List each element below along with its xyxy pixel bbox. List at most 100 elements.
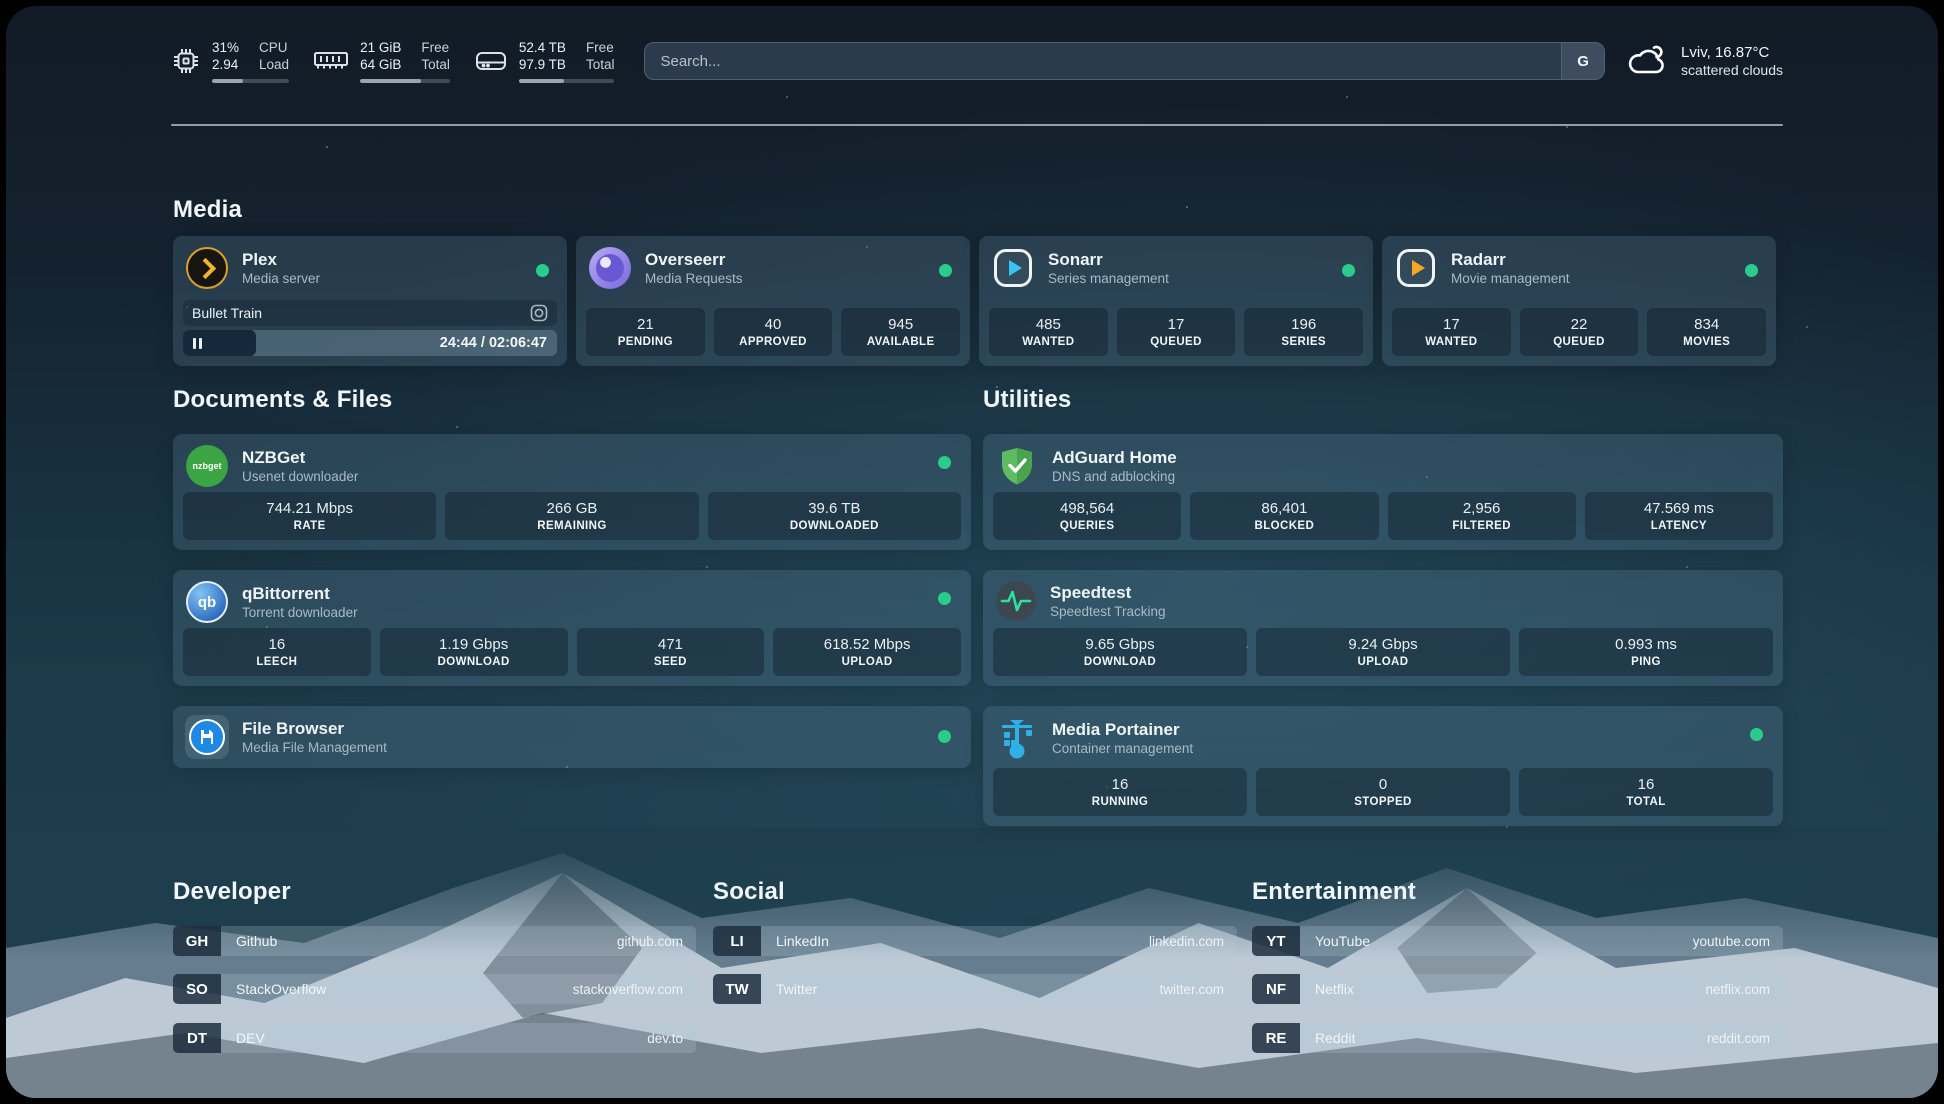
status-dot bbox=[536, 264, 549, 277]
memory-icon bbox=[313, 48, 349, 74]
speedtest-card[interactable]: Speedtest Speedtest Tracking 9.65 GbpsDO… bbox=[983, 570, 1783, 686]
bookmark-url: github.com bbox=[617, 926, 696, 956]
service-description: Series management bbox=[1048, 270, 1169, 287]
filebrowser-icon bbox=[185, 715, 229, 759]
qbittorrent-icon: qb bbox=[186, 581, 228, 623]
bookmark-reddit[interactable]: RE Reddit reddit.com bbox=[1252, 1023, 1783, 1053]
stat-available: 945AVAILABLE bbox=[841, 308, 960, 356]
disk-icon bbox=[474, 47, 508, 75]
bookmark-dev[interactable]: DT DEV dev.to bbox=[173, 1023, 696, 1053]
service-name: NZBGet bbox=[242, 447, 358, 468]
header-divider bbox=[171, 124, 1783, 126]
status-dot bbox=[938, 456, 951, 469]
memory-progressbar bbox=[360, 79, 450, 83]
section-title-utilities: Utilities bbox=[983, 386, 1071, 414]
bookmark-twitter[interactable]: TW Twitter twitter.com bbox=[713, 974, 1237, 1004]
disk-total-label: Total bbox=[586, 57, 615, 73]
bookmark-abbr: GH bbox=[173, 926, 221, 956]
cloud-icon bbox=[1625, 43, 1669, 79]
bookmark-abbr: DT bbox=[173, 1023, 221, 1053]
now-playing-title: Bullet Train bbox=[192, 305, 262, 321]
nzbget-card[interactable]: nzbget NZBGet Usenet downloader 744.21 M… bbox=[173, 434, 971, 550]
service-name: Radarr bbox=[1451, 249, 1570, 270]
playback-time: 24:44 / 02:06:47 bbox=[440, 330, 547, 356]
playback-progressbar: 24:44 / 02:06:47 bbox=[183, 330, 557, 356]
stat-downloaded: 39.6 TBDOWNLOADED bbox=[708, 492, 961, 540]
adguard-card[interactable]: AdGuard Home DNS and adblocking 498,564Q… bbox=[983, 434, 1783, 550]
service-description: Torrent downloader bbox=[242, 604, 358, 621]
stat-upload: 618.52 MbpsUPLOAD bbox=[773, 628, 961, 676]
bookmark-name: Twitter bbox=[761, 974, 1159, 1004]
cpu-load-value: 2.94 bbox=[212, 57, 239, 73]
radarr-card[interactable]: Radarr Movie management 17WANTED 22QUEUE… bbox=[1382, 236, 1776, 366]
radarr-icon bbox=[1397, 249, 1435, 287]
bookmark-abbr: LI bbox=[713, 926, 761, 956]
service-description: Media File Management bbox=[242, 739, 387, 756]
sonarr-card[interactable]: Sonarr Series management 485WANTED 17QUE… bbox=[979, 236, 1373, 366]
disc-icon[interactable] bbox=[530, 304, 548, 322]
bookmark-abbr: SO bbox=[173, 974, 221, 1004]
bookmark-name: YouTube bbox=[1300, 926, 1693, 956]
status-dot bbox=[1750, 728, 1763, 741]
section-title-social: Social bbox=[713, 878, 785, 906]
search-provider-button[interactable]: G bbox=[1561, 43, 1604, 79]
bookmark-name: Github bbox=[221, 926, 617, 956]
stat-pending: 21PENDING bbox=[586, 308, 705, 356]
memory-free-label: Free bbox=[421, 40, 450, 56]
sonarr-icon bbox=[994, 249, 1032, 287]
cpu-label: CPU bbox=[259, 40, 289, 56]
bookmark-linkedin[interactable]: LI LinkedIn linkedin.com bbox=[713, 926, 1237, 956]
service-description: Speedtest Tracking bbox=[1050, 603, 1166, 620]
bookmark-abbr: TW bbox=[713, 974, 761, 1004]
stat-seed: 471SEED bbox=[577, 628, 765, 676]
section-title-documents: Documents & Files bbox=[173, 386, 392, 414]
stat-filtered: 2,956FILTERED bbox=[1388, 492, 1576, 540]
stat-download: 1.19 GbpsDOWNLOAD bbox=[380, 628, 568, 676]
stat-leech: 16LEECH bbox=[183, 628, 371, 676]
bookmark-github[interactable]: GH Github github.com bbox=[173, 926, 696, 956]
cpu-progressbar bbox=[212, 79, 289, 83]
service-description: Media Requests bbox=[645, 270, 743, 287]
bookmark-stackoverflow[interactable]: SO StackOverflow stackoverflow.com bbox=[173, 974, 696, 1004]
filebrowser-card[interactable]: File Browser Media File Management bbox=[173, 706, 971, 768]
pause-button[interactable] bbox=[193, 338, 202, 349]
adguard-icon bbox=[995, 444, 1039, 488]
service-description: DNS and adblocking bbox=[1052, 468, 1177, 485]
bookmark-url: twitter.com bbox=[1159, 974, 1237, 1004]
qbittorrent-card[interactable]: qb qBittorrent Torrent downloader 16LEEC… bbox=[173, 570, 971, 686]
header-bar: 31% 2.94 CPU Load 21 GiB 64 GiB bbox=[171, 36, 1783, 86]
memory-widget: 21 GiB 64 GiB Free Total bbox=[313, 40, 450, 83]
overseerr-card[interactable]: Overseerr Media Requests 21PENDING 40APP… bbox=[576, 236, 970, 366]
bookmark-youtube[interactable]: YT YouTube youtube.com bbox=[1252, 926, 1783, 956]
stat-remaining: 266 GBREMAINING bbox=[445, 492, 698, 540]
status-dot bbox=[938, 592, 951, 605]
playback-progress-fill bbox=[183, 330, 256, 356]
search-input[interactable] bbox=[645, 43, 1561, 79]
service-name: File Browser bbox=[242, 718, 387, 739]
service-description: Media server bbox=[242, 270, 320, 287]
stat-movies: 834MOVIES bbox=[1647, 308, 1766, 356]
disk-total-value: 97.9 TB bbox=[519, 57, 566, 73]
stat-download: 9.65 GbpsDOWNLOAD bbox=[993, 628, 1247, 676]
bookmark-url: stackoverflow.com bbox=[573, 974, 696, 1004]
plex-card[interactable]: Plex Media server Bullet Train 24:44 / 0… bbox=[173, 236, 567, 366]
bookmark-url: youtube.com bbox=[1693, 926, 1783, 956]
cpu-widget: 31% 2.94 CPU Load bbox=[171, 40, 289, 83]
service-name: Speedtest bbox=[1050, 582, 1166, 603]
stat-series: 196SERIES bbox=[1244, 308, 1363, 356]
bookmark-name: Reddit bbox=[1300, 1023, 1707, 1053]
portainer-card[interactable]: Media Portainer Container management 16R… bbox=[983, 706, 1783, 826]
overseerr-icon bbox=[589, 247, 631, 289]
memory-total-label: Total bbox=[421, 57, 450, 73]
bookmark-abbr: RE bbox=[1252, 1023, 1300, 1053]
disk-progressbar bbox=[519, 79, 615, 83]
cpu-load-label: Load bbox=[259, 57, 289, 73]
bookmark-url: linkedin.com bbox=[1149, 926, 1237, 956]
weather-condition: scattered clouds bbox=[1681, 62, 1783, 78]
stat-queued: 17QUEUED bbox=[1117, 308, 1236, 356]
stat-queries: 498,564QUERIES bbox=[993, 492, 1181, 540]
memory-free-value: 21 GiB bbox=[360, 40, 401, 56]
nzbget-icon: nzbget bbox=[186, 445, 228, 487]
stat-wanted: 485WANTED bbox=[989, 308, 1108, 356]
bookmark-netflix[interactable]: NF Netflix netflix.com bbox=[1252, 974, 1783, 1004]
